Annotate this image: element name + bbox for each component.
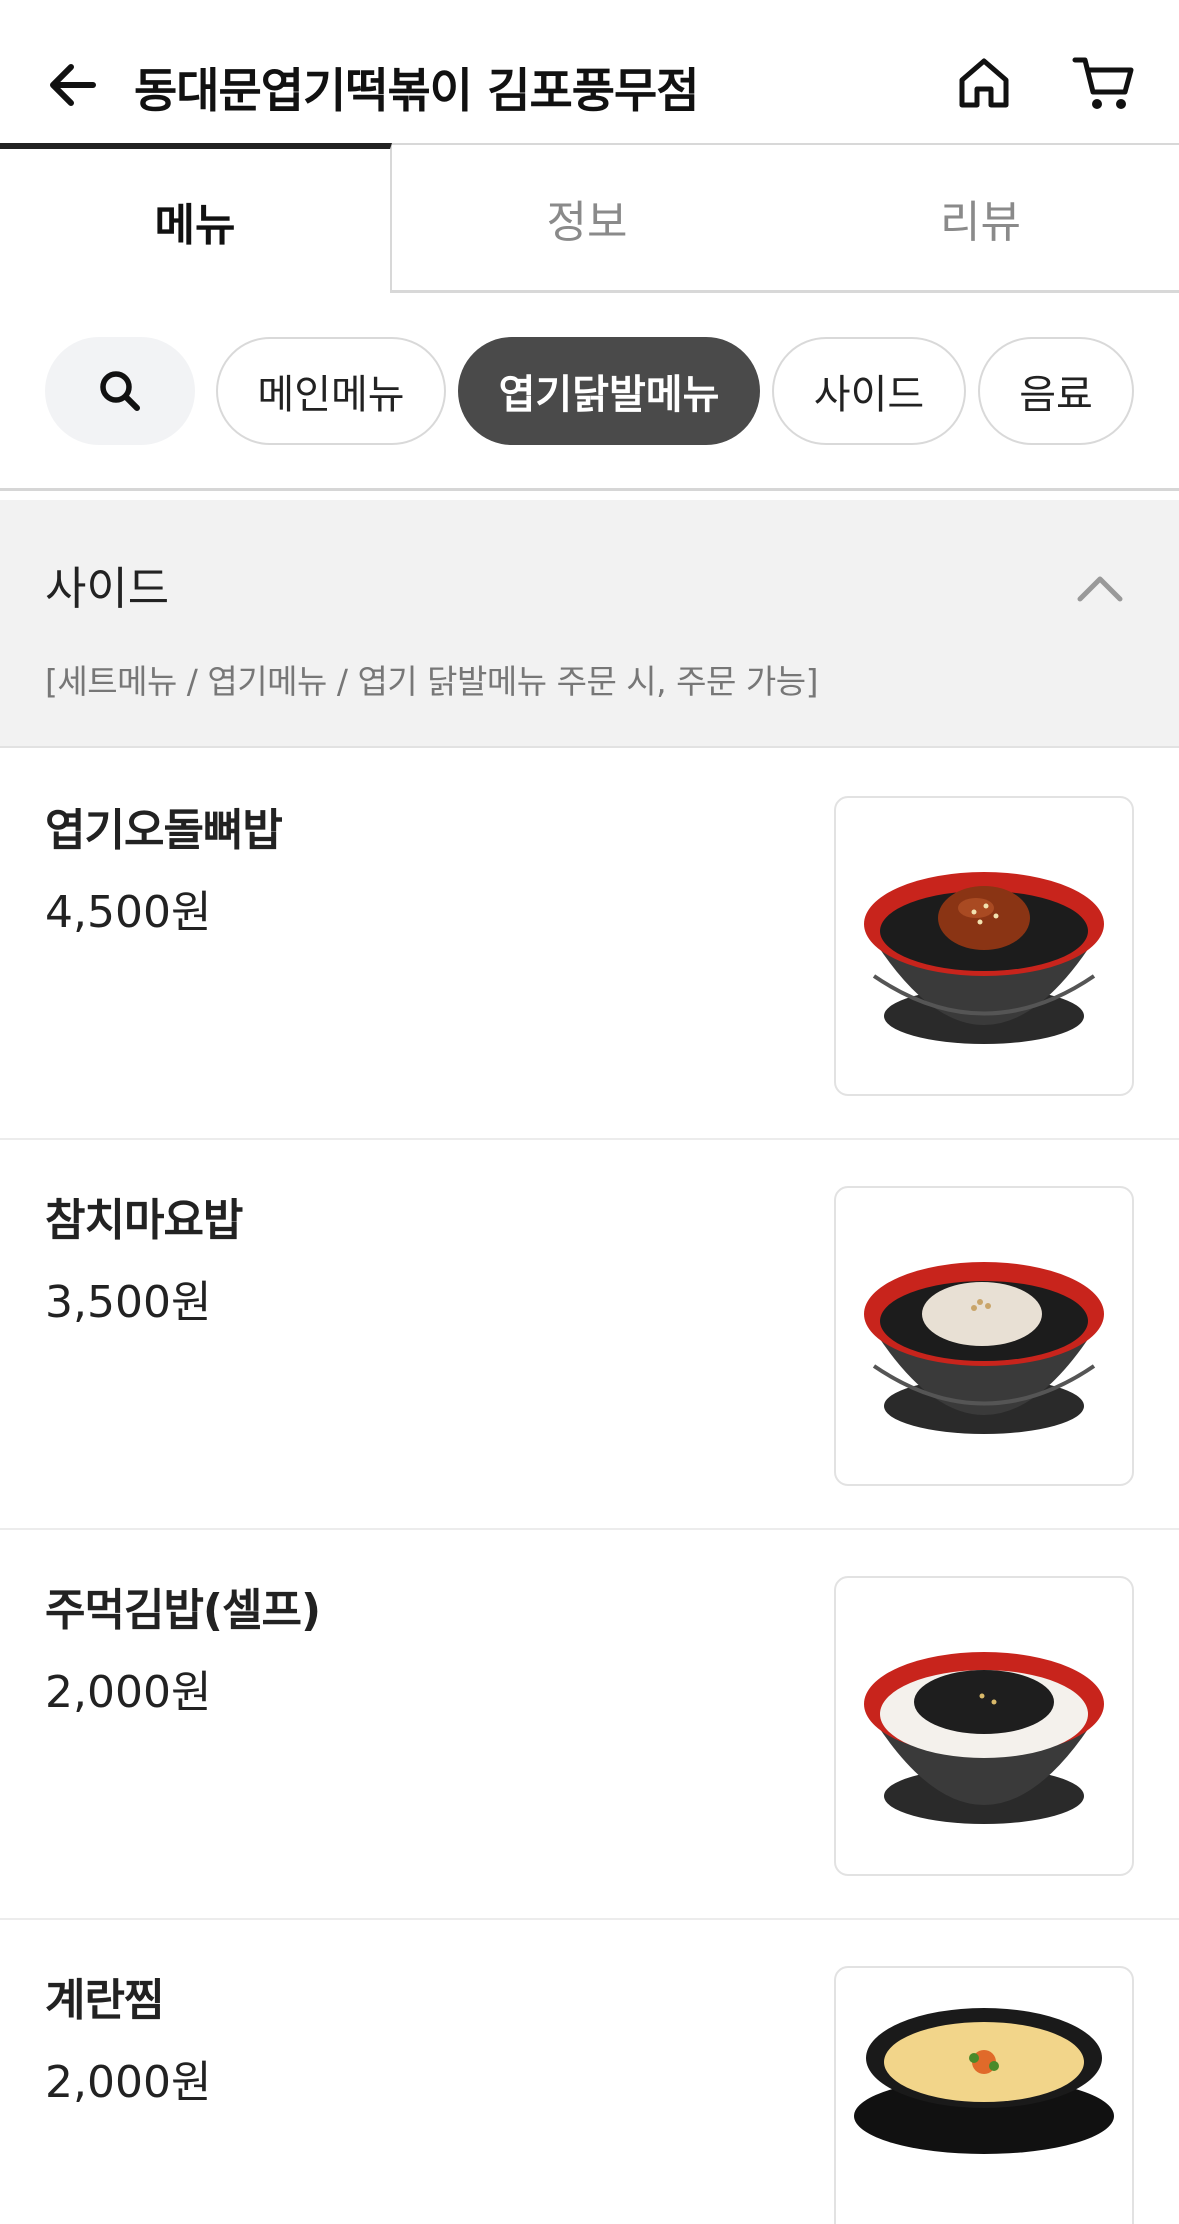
cart-button[interactable] [1064, 45, 1144, 121]
tab-menu[interactable]: 메뉴 [0, 143, 392, 293]
menu-item-price: 2,000원 [45, 2057, 212, 2108]
menu-item-name: 엽기오돌뼈밥 [45, 805, 283, 856]
search-icon [100, 371, 140, 411]
menu-item-name: 참치마요밥 [45, 1195, 243, 1246]
header: 동대문엽기떡볶이 김포풍무점 [0, 0, 1179, 145]
menu-item-price: 4,500원 [45, 887, 212, 938]
menu-item[interactable]: 주먹김밥(셀프) 2,000원 [0, 1530, 1179, 1920]
section-description: [세트메뉴 / 엽기메뉴 / 엽기 닭발메뉴 주문 시, 주문 가능] [45, 662, 818, 701]
app-root: 동대문엽기떡볶이 김포풍무점 메뉴 정보 리뷰 메인메뉴 엽기닭발메뉴 사이드 … [0, 0, 1179, 2224]
cart-icon [1072, 57, 1134, 109]
category-chip-side[interactable]: 사이드 [772, 337, 966, 445]
section-title: 사이드 [45, 562, 170, 615]
store-title: 동대문엽기떡볶이 김포풍무점 [134, 64, 699, 119]
store-tabs: 메뉴 정보 리뷰 [0, 143, 1179, 293]
collapse-button[interactable] [1070, 558, 1130, 618]
tab-info[interactable]: 정보 [392, 143, 782, 293]
menu-item-name: 주먹김밥(셀프) [45, 1585, 321, 1636]
menu-item[interactable]: 참치마요밥 3,500원 [0, 1140, 1179, 1530]
menu-item-price: 3,500원 [45, 1277, 212, 1328]
rice-bowl-image [864, 1652, 1104, 1824]
menu-item[interactable]: 엽기오돌뼈밥 4,500원 [0, 750, 1179, 1140]
steamed-egg-pot-image [854, 2008, 1114, 2154]
section-header[interactable]: 사이드 [세트메뉴 / 엽기메뉴 / 엽기 닭발메뉴 주문 시, 주문 가능] [0, 500, 1179, 748]
menu-item[interactable]: 계란찜 2,000원 [0, 1920, 1179, 2224]
menu-item-image [834, 1576, 1134, 1876]
category-chip-main-menu[interactable]: 메인메뉴 [216, 337, 446, 445]
back-arrow-icon [50, 64, 96, 106]
menu-item-image [834, 796, 1134, 1096]
menu-item-image [834, 1966, 1134, 2224]
menu-item-name: 계란찜 [45, 1975, 164, 2026]
tab-review[interactable]: 리뷰 [782, 143, 1179, 293]
home-button[interactable] [946, 45, 1022, 121]
category-chips: 메인메뉴 엽기닭발메뉴 사이드 음료 [0, 293, 1179, 490]
divider [0, 488, 1179, 491]
menu-item-price: 2,000원 [45, 1667, 212, 1718]
chevron-up-icon [1077, 576, 1123, 602]
back-button[interactable] [38, 45, 108, 125]
search-button[interactable] [45, 337, 195, 445]
menu-item-image [834, 1186, 1134, 1486]
home-icon [959, 58, 1009, 108]
rice-bowl-image [864, 1262, 1104, 1434]
category-chip-drink[interactable]: 음료 [978, 337, 1134, 445]
rice-bowl-image [864, 872, 1104, 1044]
category-chip-chicken-feet-menu[interactable]: 엽기닭발메뉴 [458, 337, 760, 445]
